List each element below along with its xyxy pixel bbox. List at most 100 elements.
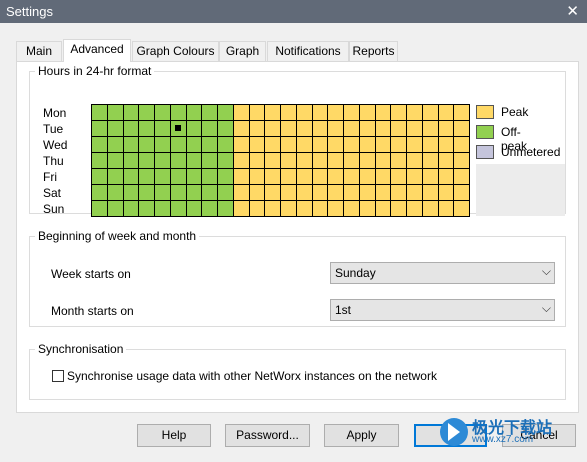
- hour-cell[interactable]: [454, 153, 470, 169]
- hour-cell[interactable]: [438, 169, 455, 185]
- hour-cell[interactable]: [123, 153, 140, 169]
- hour-cell[interactable]: [233, 105, 250, 121]
- month-starts-select[interactable]: 1st ⌵: [330, 299, 555, 321]
- hour-cell[interactable]: [139, 137, 155, 153]
- hour-cell[interactable]: [359, 137, 376, 153]
- hour-cell[interactable]: [281, 137, 297, 153]
- hour-cell[interactable]: [375, 185, 392, 201]
- hour-cell[interactable]: [107, 185, 124, 201]
- hour-cell[interactable]: [249, 185, 266, 201]
- hour-cell[interactable]: [186, 201, 203, 217]
- hour-cell[interactable]: [375, 201, 392, 217]
- hour-cell[interactable]: [233, 137, 250, 153]
- tab-graph[interactable]: Graph: [219, 41, 266, 61]
- hour-cell[interactable]: [107, 153, 124, 169]
- hour-cell[interactable]: [344, 153, 360, 169]
- hour-cell[interactable]: [170, 137, 187, 153]
- hour-cell[interactable]: [218, 137, 234, 153]
- hour-cell[interactable]: [407, 105, 423, 121]
- hour-cell[interactable]: [359, 169, 376, 185]
- hour-cell[interactable]: [186, 121, 203, 137]
- tab-graph-colours[interactable]: Graph Colours: [132, 41, 219, 61]
- hour-cell[interactable]: [155, 137, 171, 153]
- hour-cell[interactable]: [202, 153, 218, 169]
- password-button[interactable]: Password...: [225, 424, 310, 447]
- hour-cell[interactable]: [344, 105, 360, 121]
- hour-cell[interactable]: [265, 185, 281, 201]
- hour-cell[interactable]: [375, 137, 392, 153]
- hour-cell[interactable]: [139, 185, 155, 201]
- hour-cell[interactable]: [92, 185, 108, 201]
- hour-cell[interactable]: [123, 137, 140, 153]
- sync-checkbox-label[interactable]: Synchronise usage data with other NetWor…: [67, 369, 437, 383]
- hour-cell[interactable]: [296, 121, 313, 137]
- hour-cell[interactable]: [249, 153, 266, 169]
- hour-cell[interactable]: [170, 153, 187, 169]
- hour-cell[interactable]: [107, 137, 124, 153]
- hour-cell[interactable]: [344, 185, 360, 201]
- hour-cell[interactable]: [438, 153, 455, 169]
- hour-cell[interactable]: [202, 169, 218, 185]
- hour-cell[interactable]: [218, 201, 234, 217]
- hour-cell[interactable]: [454, 169, 470, 185]
- hour-cell[interactable]: [296, 201, 313, 217]
- hour-cell[interactable]: [328, 169, 344, 185]
- hour-cell[interactable]: [296, 185, 313, 201]
- hour-cell[interactable]: [218, 105, 234, 121]
- hour-cell[interactable]: [391, 201, 407, 217]
- hour-cell[interactable]: [438, 185, 455, 201]
- hour-cell[interactable]: [454, 201, 470, 217]
- hour-cell[interactable]: [170, 121, 187, 137]
- hour-cell[interactable]: [107, 121, 124, 137]
- hour-cell[interactable]: [296, 153, 313, 169]
- hour-cell[interactable]: [344, 169, 360, 185]
- hour-cell[interactable]: [454, 105, 470, 121]
- tab-main[interactable]: Main: [16, 41, 62, 61]
- hour-cell[interactable]: [139, 169, 155, 185]
- hour-cell[interactable]: [359, 105, 376, 121]
- hour-cell[interactable]: [391, 185, 407, 201]
- hour-cell[interactable]: [139, 105, 155, 121]
- hour-cell[interactable]: [218, 169, 234, 185]
- hour-cell[interactable]: [107, 169, 124, 185]
- hour-cell[interactable]: [123, 185, 140, 201]
- hours-grid[interactable]: [91, 104, 470, 217]
- hour-cell[interactable]: [422, 185, 439, 201]
- hour-cell[interactable]: [249, 201, 266, 217]
- hour-cell[interactable]: [312, 121, 329, 137]
- hour-cell[interactable]: [233, 153, 250, 169]
- hour-cell[interactable]: [202, 121, 218, 137]
- hour-cell[interactable]: [328, 185, 344, 201]
- hour-cell[interactable]: [139, 201, 155, 217]
- close-icon[interactable]: ✕: [566, 2, 579, 20]
- tab-notifications[interactable]: Notifications: [267, 41, 349, 61]
- hour-cell[interactable]: [454, 121, 470, 137]
- hour-cell[interactable]: [202, 105, 218, 121]
- hour-cell[interactable]: [359, 185, 376, 201]
- hour-cell[interactable]: [328, 153, 344, 169]
- hour-cell[interactable]: [422, 153, 439, 169]
- hour-cell[interactable]: [233, 201, 250, 217]
- hour-cell[interactable]: [202, 137, 218, 153]
- hour-cell[interactable]: [391, 121, 407, 137]
- hour-cell[interactable]: [265, 169, 281, 185]
- hour-cell[interactable]: [265, 105, 281, 121]
- hour-cell[interactable]: [155, 185, 171, 201]
- hour-cell[interactable]: [123, 121, 140, 137]
- hour-cell[interactable]: [155, 105, 171, 121]
- hour-cell[interactable]: [92, 105, 108, 121]
- hour-cell[interactable]: [359, 121, 376, 137]
- hour-cell[interactable]: [92, 153, 108, 169]
- hour-cell[interactable]: [155, 153, 171, 169]
- hour-cell[interactable]: [312, 137, 329, 153]
- hour-cell[interactable]: [233, 185, 250, 201]
- hour-cell[interactable]: [375, 105, 392, 121]
- hour-cell[interactable]: [265, 153, 281, 169]
- sync-checkbox[interactable]: [52, 370, 64, 382]
- hour-cell[interactable]: [391, 153, 407, 169]
- hour-cell[interactable]: [312, 153, 329, 169]
- hour-cell[interactable]: [281, 169, 297, 185]
- hour-cell[interactable]: [296, 137, 313, 153]
- hour-cell[interactable]: [170, 105, 187, 121]
- hour-cell[interactable]: [92, 121, 108, 137]
